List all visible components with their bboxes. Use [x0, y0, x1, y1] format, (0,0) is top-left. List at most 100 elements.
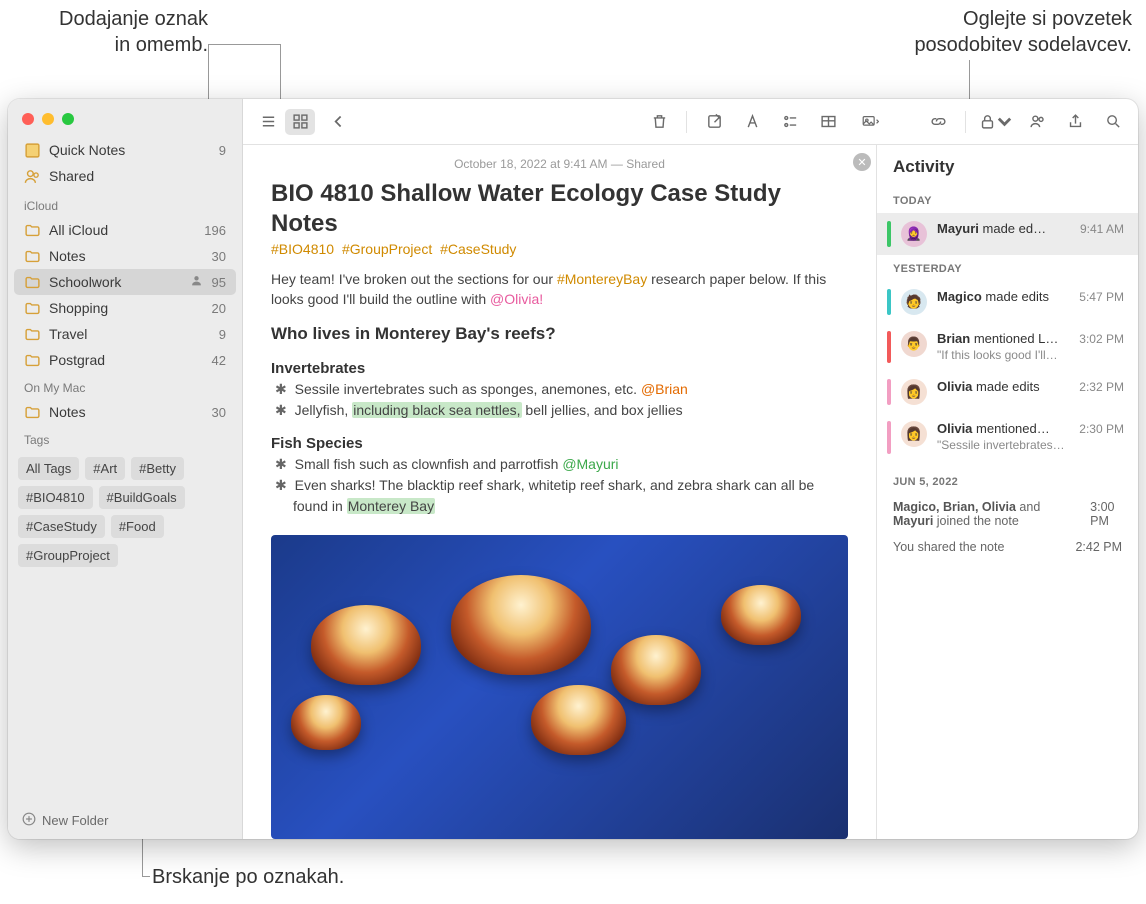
activity-row[interactable]: 👩 Olivia mentioned… "Sessile invertebrat… — [877, 413, 1138, 461]
new-folder-button[interactable]: New Folder — [8, 802, 242, 839]
folder-icon — [24, 327, 41, 341]
callout-line — [208, 44, 280, 45]
note-tags: #BIO4810 #GroupProject #CaseStudy — [271, 241, 848, 257]
sidebar-item-folder[interactable]: Postgrad42 — [8, 347, 242, 373]
lock-button[interactable] — [978, 109, 1014, 135]
table-button[interactable] — [813, 109, 843, 135]
activity-section-header: YESTERDAY — [877, 255, 1138, 281]
tag-chip[interactable]: #Food — [111, 515, 164, 538]
list-view-button[interactable] — [253, 109, 283, 135]
activity-row[interactable]: 👩 Olivia made edits 2:32 PM — [877, 371, 1138, 413]
folder-icon — [24, 223, 41, 237]
sidebar-item-count: 196 — [204, 223, 226, 238]
sidebar-item-folder[interactable]: Schoolwork95 — [14, 269, 236, 295]
sidebar-item-folder[interactable]: All iCloud196 — [8, 217, 242, 243]
hashtag[interactable]: #MontereyBay — [557, 271, 647, 287]
note-intro: Hey team! I've broken out the sections f… — [271, 269, 848, 310]
sidebar-item-label: Notes — [49, 404, 204, 420]
fullscreen-window[interactable] — [62, 113, 74, 125]
sidebar-item-count: 9 — [219, 143, 226, 158]
activity-color-bar — [887, 379, 891, 405]
tag-chip[interactable]: #Betty — [131, 457, 184, 480]
sidebar-item-label: Shopping — [49, 300, 204, 316]
sidebar-section-header: On My Mac — [8, 373, 242, 399]
callout-text: Oglejte si povzetek posodobitev sodelavc… — [914, 8, 1132, 56]
tag[interactable]: #BIO4810 — [271, 241, 334, 257]
tag[interactable]: #CaseStudy — [440, 241, 516, 257]
sidebar-icloud-list: All iCloud196Notes30Schoolwork95Shopping… — [8, 217, 242, 373]
sidebar-item-count: 20 — [212, 301, 226, 316]
sidebar: Quick Notes 9 Shared iCloud All iCloud19… — [8, 99, 243, 839]
activity-plain-row: Magico, Brian, Olivia and Mayuri joined … — [877, 494, 1138, 534]
close-activity-button[interactable]: ✕ — [853, 153, 871, 171]
folder-icon — [24, 301, 41, 315]
sidebar-item-folder[interactable]: Notes 30 — [8, 399, 242, 425]
activity-subtext: "If this looks good I'll… — [937, 348, 1069, 364]
activity-color-bar — [887, 289, 891, 315]
sidebar-item-folder[interactable]: Shopping 20 — [8, 295, 242, 321]
mention[interactable]: @Brian — [641, 381, 688, 397]
activity-color-bar — [887, 421, 891, 453]
note-heading: Who lives in Monterey Bay's reefs? — [271, 324, 848, 344]
list-item: Sessile invertebrates such as sponges, a… — [293, 379, 848, 400]
notes-app-window: Quick Notes 9 Shared iCloud All iCloud19… — [8, 99, 1138, 839]
mention[interactable]: @Olivia! — [490, 291, 543, 307]
search-button[interactable] — [1098, 109, 1128, 135]
sidebar-item-folder[interactable]: Notes30 — [8, 243, 242, 269]
activity-row[interactable]: 👨 Brian mentioned L… "If this looks good… — [877, 323, 1138, 371]
highlight: Monterey Bay — [347, 498, 435, 514]
gallery-view-button[interactable] — [285, 109, 315, 135]
sidebar-section-header: iCloud — [8, 191, 242, 217]
sidebar-item-count: 30 — [212, 405, 226, 420]
activity-color-bar — [887, 331, 891, 363]
avatar: 👩 — [901, 421, 927, 447]
share-button[interactable] — [1060, 109, 1090, 135]
activity-row[interactable]: 🧕 Mayuri made ed… 9:41 AM — [877, 213, 1138, 255]
sidebar-item-label: Schoolwork — [49, 274, 182, 290]
link-button[interactable] — [923, 109, 953, 135]
folder-icon — [24, 405, 41, 419]
activity-subtext: "Sessile invertebrates… — [937, 438, 1069, 454]
folder-icon — [24, 353, 41, 367]
callout-tags-mentions: Dodajanje oznak in omemb. — [8, 6, 208, 58]
note-attached-image[interactable] — [271, 535, 848, 839]
activity-time: 9:41 AM — [1080, 221, 1124, 236]
activity-row[interactable]: 🧑 Magico made edits 5:47 PM — [877, 281, 1138, 323]
avatar: 👩 — [901, 379, 927, 405]
activity-time: 3:00 PM — [1090, 500, 1122, 528]
tag-chip[interactable]: #BuildGoals — [99, 486, 185, 509]
format-button[interactable] — [737, 109, 767, 135]
activity-section-header: TODAY — [877, 187, 1138, 213]
checklist-button[interactable] — [775, 109, 805, 135]
note-content: October 18, 2022 at 9:41 AM — Shared BIO… — [243, 145, 876, 839]
activity-time: 2:42 PM — [1075, 540, 1122, 554]
sidebar-item-folder[interactable]: Travel 9 — [8, 321, 242, 347]
back-button[interactable] — [323, 109, 353, 135]
tag-chip[interactable]: All Tags — [18, 457, 79, 480]
close-window[interactable] — [22, 113, 34, 125]
tag-chip[interactable]: #BIO4810 — [18, 486, 93, 509]
sidebar-item-count: 9 — [219, 327, 226, 342]
note-subheading: Fish Species — [271, 435, 848, 452]
sidebar-item-label: Travel — [49, 326, 211, 342]
tag-chip[interactable]: #Art — [85, 457, 125, 480]
new-note-button[interactable] — [699, 109, 729, 135]
tag-chip[interactable]: #GroupProject — [18, 544, 118, 567]
delete-button[interactable] — [644, 109, 674, 135]
sidebar-item-shared[interactable]: Shared — [8, 163, 242, 189]
tag[interactable]: #GroupProject — [342, 241, 432, 257]
callout-text: Brskanje po oznakah. — [152, 866, 344, 888]
callout-text: Dodajanje oznak in omemb. — [59, 8, 208, 56]
sidebar-item-quick-notes[interactable]: Quick Notes 9 — [8, 137, 242, 163]
mention[interactable]: @Mayuri — [562, 456, 618, 472]
callout-line — [208, 44, 209, 99]
media-button[interactable] — [851, 109, 889, 135]
bullet-list: Small fish such as clownfish and parrotf… — [271, 454, 848, 517]
folder-icon — [24, 249, 41, 263]
activity-title: Activity — [877, 145, 1138, 187]
activity-time: 2:30 PM — [1079, 421, 1124, 436]
minimize-window[interactable] — [42, 113, 54, 125]
tag-chip[interactable]: #CaseStudy — [18, 515, 105, 538]
window-controls — [8, 99, 242, 129]
collaborate-button[interactable] — [1022, 109, 1052, 135]
